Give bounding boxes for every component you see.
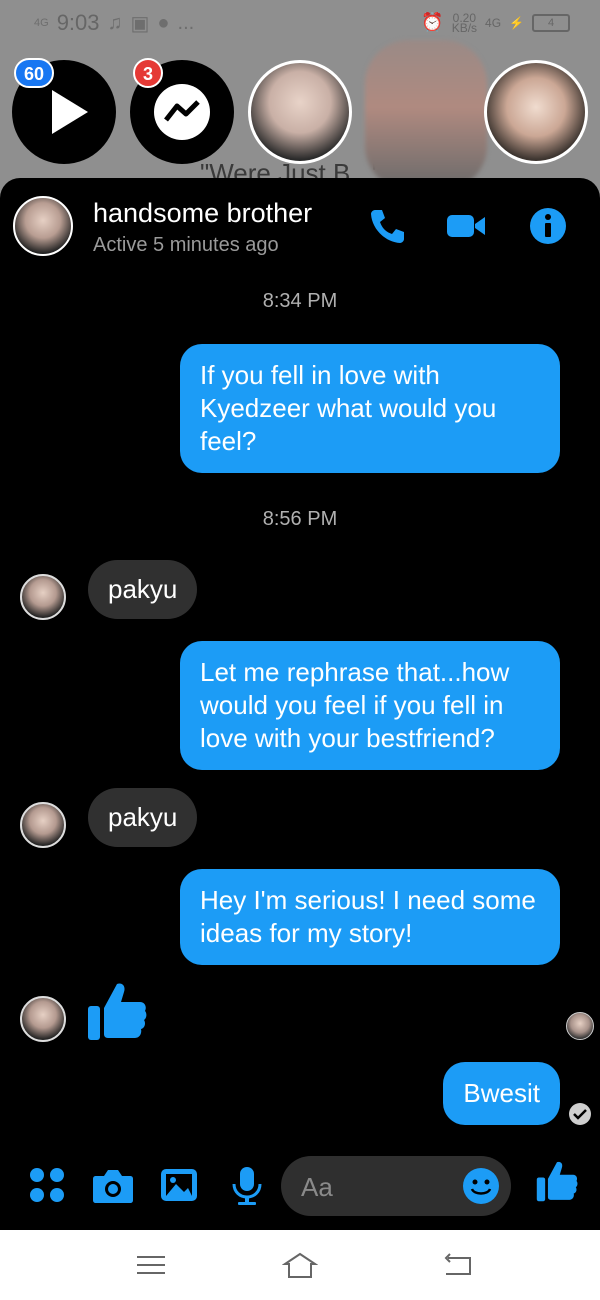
chat-head-handsome-brother[interactable] (248, 60, 352, 164)
video-count-badge: 60 (14, 58, 55, 88)
message-outgoing[interactable]: If you fell in love with Kyedzeer what w… (180, 344, 560, 473)
unread-count-badge: 3 (133, 58, 164, 88)
more-indicator: ... (177, 11, 195, 34)
gallery-icon[interactable] (158, 1164, 200, 1206)
system-nav-bar (0, 1230, 600, 1300)
read-receipt-avatar (566, 1012, 594, 1040)
status-time: 9:03 (56, 10, 100, 35)
message-incoming[interactable]: pakyu (88, 560, 198, 619)
avatar[interactable] (13, 196, 73, 256)
thumbs-up-icon[interactable] (84, 978, 150, 1044)
avatar[interactable] (20, 996, 66, 1042)
avatar[interactable] (20, 574, 66, 620)
net-speed: 0.20 KB/s (451, 12, 478, 35)
avatar[interactable] (20, 802, 66, 848)
camera-icon[interactable] (92, 1164, 134, 1206)
home-icon[interactable] (282, 1250, 318, 1280)
microphone-icon[interactable] (226, 1164, 268, 1206)
chat-header: handsome brother Active 5 minutes ago (0, 178, 600, 278)
status-right: ⏰ 0.20 KB/s 4G ⚡ 4 (421, 12, 570, 35)
chat-icon: ● (157, 11, 170, 34)
message-timestamp: 8:56 PM (262, 508, 338, 530)
status-bar: 4G 9:03 ♫ ▣ ● ... ⏰ 0.20 KB/s 4G ⚡ 4 (0, 0, 600, 48)
chat-head-contact[interactable] (484, 60, 588, 164)
net-speed-unit: KB/s (451, 20, 478, 35)
delivered-check-icon (569, 1103, 591, 1125)
video-call-icon[interactable] (444, 204, 488, 248)
active-status: Active 5 minutes ago (93, 234, 279, 256)
message-input[interactable]: Aa (281, 1156, 511, 1216)
apps-icon[interactable] (26, 1164, 68, 1206)
charging-icon: ⚡ (509, 15, 524, 30)
video-icon: ▣ (130, 12, 150, 35)
battery-indicator: 4 (532, 13, 570, 32)
network-indicator: 4G (34, 17, 49, 29)
net-type: 4G (485, 15, 502, 30)
music-icon: ♫ (107, 11, 123, 34)
message-outgoing[interactable]: Let me rephrase that...how would you fee… (180, 641, 560, 770)
status-left: 4G 9:03 ♫ ▣ ● ... (34, 10, 194, 36)
alarm-icon: ⏰ (421, 12, 444, 32)
message-placeholder: Aa (301, 1172, 333, 1202)
contact-name[interactable]: handsome brother (93, 198, 312, 229)
message-incoming[interactable]: pakyu (88, 788, 198, 847)
chat-head-blurred[interactable] (365, 40, 487, 190)
menu-icon[interactable] (133, 1250, 169, 1280)
emoji-icon[interactable] (461, 1166, 501, 1206)
message-outgoing[interactable]: Bwesit (443, 1062, 560, 1125)
message-timestamp: 8:34 PM (262, 290, 338, 312)
phone-icon[interactable] (365, 204, 409, 248)
message-outgoing[interactable]: Hey I'm serious! I need some ideas for m… (180, 869, 560, 965)
back-icon[interactable] (440, 1250, 476, 1280)
like-button-icon[interactable] (534, 1158, 580, 1204)
chat-panel: handsome brother Active 5 minutes ago 8:… (0, 178, 600, 1230)
info-icon[interactable] (526, 204, 570, 248)
